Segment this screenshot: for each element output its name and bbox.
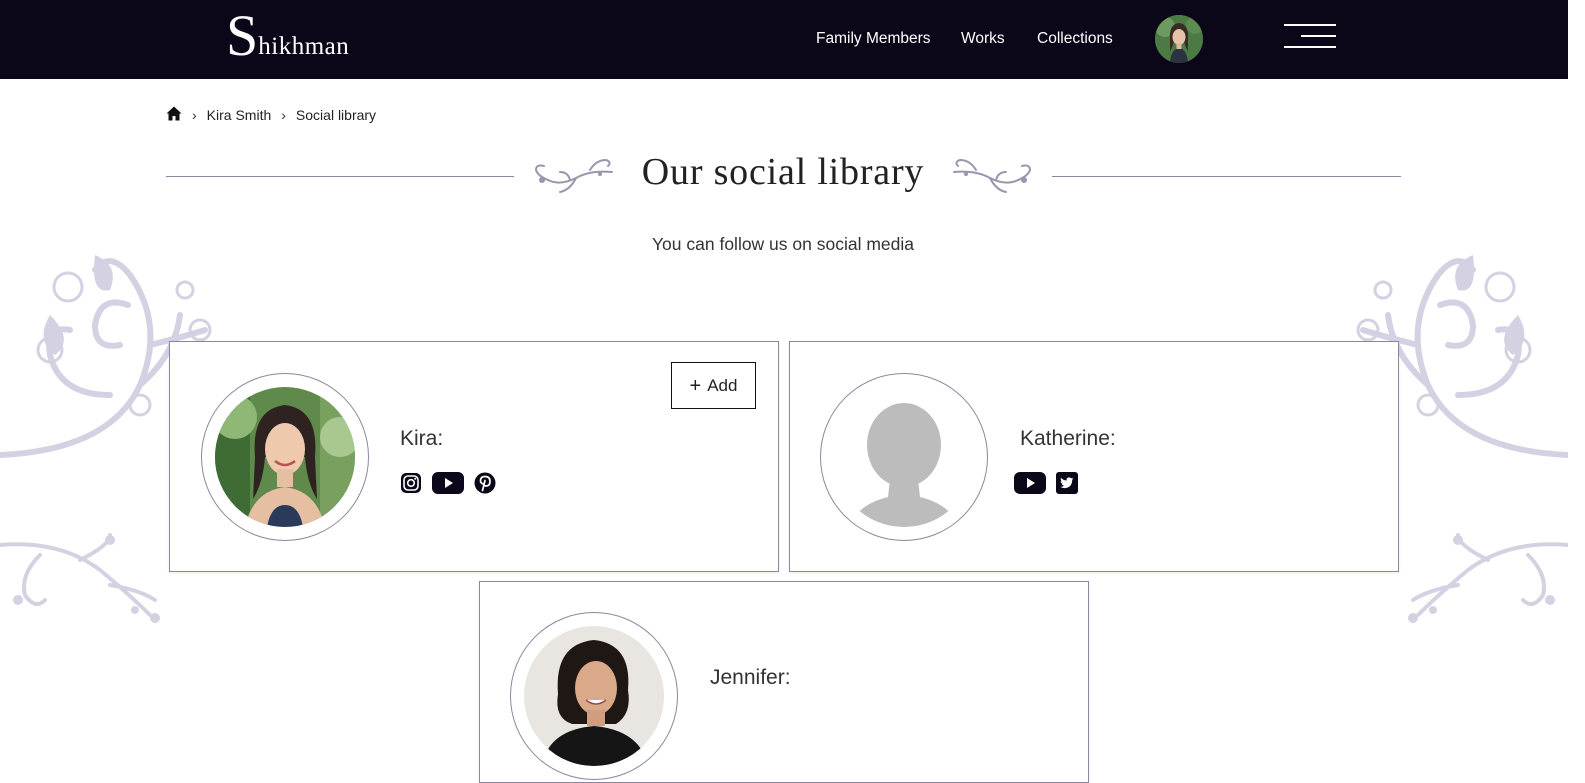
avatar-placeholder-icon: [834, 387, 974, 527]
menu-hamburger-icon[interactable]: [1284, 24, 1336, 50]
plus-icon: +: [689, 374, 702, 397]
chevron-right-icon: ›: [192, 107, 197, 123]
twitter-icon[interactable]: [1056, 472, 1078, 499]
swirl-ornament-icon: [0, 533, 160, 623]
user-avatar-photo: [1155, 15, 1203, 63]
member-name: Jennifer:: [710, 666, 791, 689]
youtube-icon[interactable]: [1014, 472, 1046, 499]
add-button-label: Add: [707, 375, 738, 395]
page-subtitle: You can follow us on social media: [651, 234, 914, 254]
site-logo[interactable]: S hikhman: [226, 3, 350, 68]
member-name: Kira:: [400, 427, 444, 450]
hamburger-line: [1284, 24, 1336, 26]
social-links: [1014, 472, 1078, 499]
logo-initial: S: [226, 3, 259, 68]
add-button[interactable]: + Add: [671, 362, 756, 409]
hamburger-line: [1301, 35, 1336, 37]
ornament-right-icon: [953, 158, 1032, 193]
pinterest-icon[interactable]: [474, 472, 496, 499]
avatar: [201, 373, 369, 541]
nav-works[interactable]: Works: [961, 30, 1005, 48]
breadcrumb-current: Social library: [295, 107, 377, 123]
avatar: [510, 612, 678, 780]
social-card-kira: Kira: + Add: [169, 341, 779, 572]
social-card-katherine: Katherine:: [789, 341, 1399, 572]
social-card-jennifer: Jennifer:: [479, 581, 1089, 783]
avatar: [820, 373, 988, 541]
logo-text: hikhman: [258, 33, 350, 60]
chevron-right-icon: ›: [281, 107, 286, 123]
title-divider-right: [1052, 176, 1401, 177]
home-icon[interactable]: [166, 106, 182, 124]
hamburger-line: [1284, 46, 1336, 48]
title-divider-left: [166, 176, 514, 177]
avatar-photo-kira: [215, 387, 355, 527]
social-links: [400, 472, 496, 499]
nav-family-members[interactable]: Family Members: [816, 30, 931, 48]
page-title: Our social library: [641, 151, 925, 193]
site-header: S hikhman Family Members Works Collectio…: [0, 0, 1568, 79]
member-name: Katherine:: [1020, 427, 1116, 450]
youtube-icon[interactable]: [432, 472, 464, 499]
nav-collections[interactable]: Collections: [1037, 30, 1113, 48]
avatar-photo-jennifer: [524, 626, 664, 766]
swirl-ornament-icon: [1408, 533, 1568, 623]
breadcrumb-item[interactable]: Kira Smith: [207, 107, 272, 123]
instagram-icon[interactable]: [400, 472, 422, 499]
user-avatar[interactable]: [1155, 15, 1203, 63]
breadcrumb: › Kira Smith › Social library: [166, 106, 376, 124]
